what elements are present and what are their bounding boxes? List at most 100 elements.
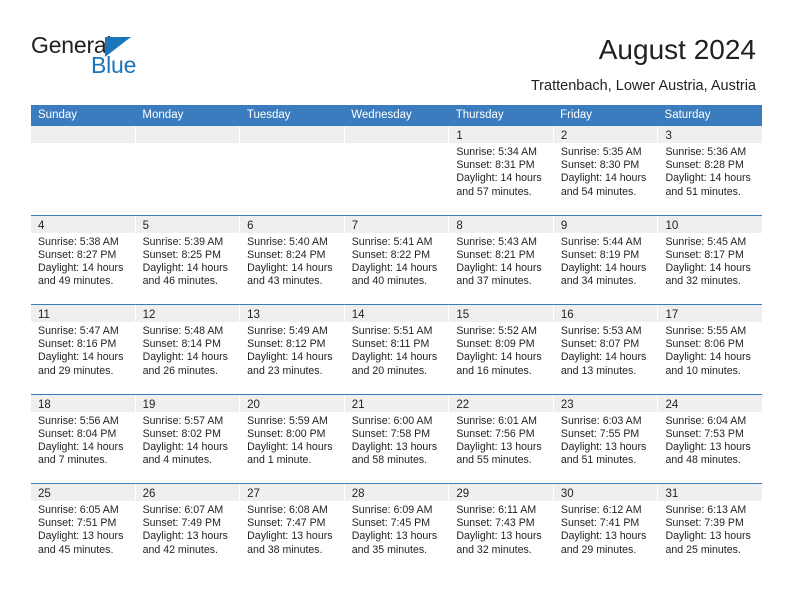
daylight-text-line1: Daylight: 14 hours: [560, 261, 647, 274]
day-number-band: 4: [31, 215, 135, 233]
calendar-day-cell[interactable]: 26 Sunrise: 6:07 AM Sunset: 7:49 PM Dayligh…: [135, 484, 241, 573]
day-number: 6: [247, 219, 254, 232]
day-number-band: 28: [344, 484, 449, 501]
calendar-day-cell[interactable]: 11 Sunrise: 5:47 AM Sunset: 8:16 PM Dayligh…: [31, 305, 136, 394]
calendar-day-cell[interactable]: 7 Sunrise: 5:41 AM Sunset: 8:22 PM Daylight…: [344, 215, 450, 304]
calendar-day-cell[interactable]: 2 Sunrise: 5:35 AM Sunset: 8:30 PM Daylight…: [553, 126, 659, 215]
sunrise-text: Sunrise: 6:08 AM: [247, 504, 328, 516]
calendar-day-cell[interactable]: 23 Sunrise: 6:03 AM Sunset: 7:55 PM Dayligh…: [553, 394, 659, 483]
daylight-text-line2: and 25 minutes.: [665, 543, 741, 556]
sunset-text: Sunset: 7:51 PM: [38, 517, 117, 530]
calendar-day-cell[interactable]: 13 Sunrise: 5:49 AM Sunset: 8:12 PM Dayligh…: [240, 305, 345, 394]
calendar-day-cell[interactable]: 14 Sunrise: 5:51 AM Sunset: 8:11 PM Dayligh…: [344, 305, 450, 394]
sunset-text: Sunset: 8:21 PM: [456, 248, 535, 261]
calendar-day-cell[interactable]: 3 Sunrise: 5:36 AM Sunset: 8:28 PM Daylight…: [658, 126, 763, 215]
day-number: 2: [560, 130, 568, 142]
day-number: 28: [351, 488, 365, 500]
day-details: Sunrise: 6:12 AM Sunset: 7:41 PM Daylight:…: [554, 501, 658, 557]
daylight-text-line1: Daylight: 14 hours: [456, 351, 542, 364]
daylight-text-line1: Daylight: 13 hours: [38, 530, 124, 543]
calendar-day-cell[interactable]: 21 Sunrise: 6:00 AM Sunset: 7:58 PM Dayligh…: [344, 394, 450, 483]
sunrise-text: Sunrise: 6:01 AM: [456, 414, 537, 427]
calendar-day-cell[interactable]: 6 Sunrise: 5:40 AM Sunset: 8:24 PM Daylight…: [240, 215, 345, 304]
calendar-day-cell[interactable]: 19 Sunrise: 5:57 AM Sunset: 8:02 PM Dayligh…: [135, 394, 241, 483]
day-number-band: 27: [240, 484, 344, 501]
daylight-text-line2: and 35 minutes.: [351, 543, 428, 556]
sunrise-text: Sunrise: 6:00 AM: [351, 414, 433, 427]
calendar-day-cell[interactable]: 15 Sunrise: 5:52 AM Sunset: 8:09 PM Dayligh…: [449, 305, 554, 394]
calendar-day-cell[interactable]: 9 Sunrise: 5:44 AM Sunset: 8:19 PM Daylight…: [553, 215, 659, 304]
day-details: Sunrise: 5:52 AM Sunset: 8:09 PM Daylight:…: [449, 322, 553, 378]
day-details: Sunrise: 6:04 AM Sunset: 7:53 PM Daylight:…: [658, 412, 762, 468]
daylight-text-line2: and 32 minutes.: [665, 275, 741, 288]
daylight-text-line1: Daylight: 14 hours: [247, 261, 333, 274]
sunrise-text: Sunrise: 5:56 AM: [38, 414, 119, 427]
daylight-text-line1: Daylight: 13 hours: [142, 530, 228, 543]
day-details: Sunrise: 5:53 AM Sunset: 8:07 PM Daylight:…: [554, 322, 658, 378]
calendar-day-cell[interactable]: 8 Sunrise: 5:43 AM Sunset: 8:21 PM Daylight…: [449, 215, 554, 304]
daylight-text-line2: and 20 minutes.: [351, 364, 428, 377]
day-number: 8: [456, 219, 463, 232]
day-number-band: 30: [553, 484, 658, 501]
sunset-text: Sunset: 8:09 PM: [456, 338, 535, 351]
sunrise-text: Sunrise: 6:11 AM: [456, 504, 537, 516]
sunset-text: Sunset: 7:45 PM: [351, 517, 431, 530]
calendar-day-cell[interactable]: 10 Sunrise: 5:45 AM Sunset: 8:17 PM Dayligh…: [658, 215, 763, 305]
sunset-text: Sunset: 7:56 PM: [456, 427, 535, 440]
daylight-text-line1: Daylight: 14 hours: [38, 261, 124, 274]
logo-text-blue: Blue: [91, 52, 137, 78]
day-number: 26: [142, 488, 156, 500]
day-details: Sunrise: 6:11 AM Sunset: 7:43 PM Daylight:…: [449, 501, 553, 557]
sunset-text: Sunset: 8:19 PM: [560, 248, 640, 261]
day-number: 21: [351, 398, 365, 411]
calendar-day-cell[interactable]: 18 Sunrise: 5:56 AM Sunset: 8:04 PM Dayligh…: [31, 394, 136, 483]
day-number-band: 6: [240, 215, 344, 233]
day-details: Sunrise: 5:57 AM Sunset: 8:02 PM Daylight:…: [136, 412, 240, 468]
sunset-text: Sunset: 8:11 PM: [351, 338, 430, 351]
calendar-day-cell[interactable]: 25 Sunrise: 6:05 AM Sunset: 7:51 PM Dayligh…: [31, 484, 136, 573]
sunset-text: Sunset: 7:58 PM: [351, 427, 431, 440]
daylight-text-line2: and 40 minutes.: [351, 275, 428, 288]
day-number: 19: [142, 398, 156, 411]
day-number-band: 5: [135, 215, 240, 233]
calendar-day-cell[interactable]: 28 Sunrise: 6:09 AM Sunset: 7:45 PM Dayligh…: [344, 484, 450, 573]
general-blue-logo[interactable]: General Blue: [31, 33, 181, 83]
sunrise-text: Sunrise: 5:49 AM: [247, 325, 328, 337]
sunset-text: Sunset: 7:47 PM: [247, 517, 326, 530]
calendar-day-cell[interactable]: 24 Sunrise: 6:04 AM Sunset: 7:53 PM Dayligh…: [658, 394, 763, 484]
day-number-band: 21: [344, 394, 449, 412]
calendar-day-cell[interactable]: 17 Sunrise: 5:55 AM Sunset: 8:06 PM Dayligh…: [658, 305, 763, 394]
calendar-day-cell[interactable]: 16 Sunrise: 5:53 AM Sunset: 8:07 PM Dayligh…: [553, 305, 659, 394]
calendar-day-cell[interactable]: 30 Sunrise: 6:12 AM Sunset: 7:41 PM Dayligh…: [553, 484, 659, 573]
day-number-band: 20: [240, 394, 344, 412]
calendar-day-cell[interactable]: 22 Sunrise: 6:01 AM Sunset: 7:56 PM Dayligh…: [449, 394, 554, 483]
calendar-day-cell[interactable]: 12 Sunrise: 5:48 AM Sunset: 8:14 PM Dayligh…: [135, 305, 241, 394]
day-details: Sunrise: 5:38 AM Sunset: 8:27 PM Daylight:…: [31, 233, 135, 289]
calendar-day-cell[interactable]: 20 Sunrise: 5:59 AM Sunset: 8:00 PM Dayligh…: [240, 394, 345, 483]
calendar-day-cell[interactable]: 29 Sunrise: 6:11 AM Sunset: 7:43 PM Dayligh…: [449, 484, 554, 573]
day-details: Sunrise: 5:48 AM Sunset: 8:14 PM Daylight:…: [136, 322, 240, 378]
day-number-band: 12: [135, 305, 240, 322]
daylight-text-line1: Daylight: 14 hours: [142, 261, 228, 274]
calendar-day-cell-empty: [31, 126, 136, 215]
day-number-band: 9: [553, 215, 658, 233]
day-number: 31: [665, 488, 679, 500]
calendar-day-cell[interactable]: 31 Sunrise: 6:13 AM Sunset: 7:39 PM Dayligh…: [658, 484, 763, 573]
calendar-day-cell[interactable]: 4 Sunrise: 5:38 AM Sunset: 8:27 PM Daylight…: [31, 215, 136, 304]
calendar-day-cell[interactable]: 27 Sunrise: 6:08 AM Sunset: 7:47 PM Dayligh…: [240, 484, 345, 573]
day-number: 30: [560, 488, 574, 500]
calendar-day-cell[interactable]: 5 Sunrise: 5:39 AM Sunset: 8:25 PM Daylight…: [135, 215, 241, 304]
sunset-text: Sunset: 8:06 PM: [665, 338, 744, 351]
day-of-week-monday: Monday: [142, 109, 184, 121]
daylight-text-line2: and 51 minutes.: [560, 454, 637, 467]
day-of-week-header-row: Sunday Monday Tuesday Wednesday Thursday…: [31, 105, 762, 125]
day-number-band: 19: [135, 394, 240, 412]
day-number: 13: [247, 309, 260, 321]
day-number: 18: [38, 398, 51, 411]
daylight-text-line1: Daylight: 14 hours: [351, 351, 438, 364]
calendar-week-row: 11 Sunrise: 5:47 AM Sunset: 8:16 PM Dayligh…: [31, 304, 763, 394]
day-details: Sunrise: 6:03 AM Sunset: 7:55 PM Daylight:…: [554, 412, 658, 468]
calendar-day-cell[interactable]: 1 Sunrise: 5:34 AM Sunset: 8:31 PM Daylight…: [449, 126, 554, 215]
daylight-text-line2: and 13 minutes.: [560, 364, 637, 377]
day-number-band: 3: [658, 126, 763, 143]
